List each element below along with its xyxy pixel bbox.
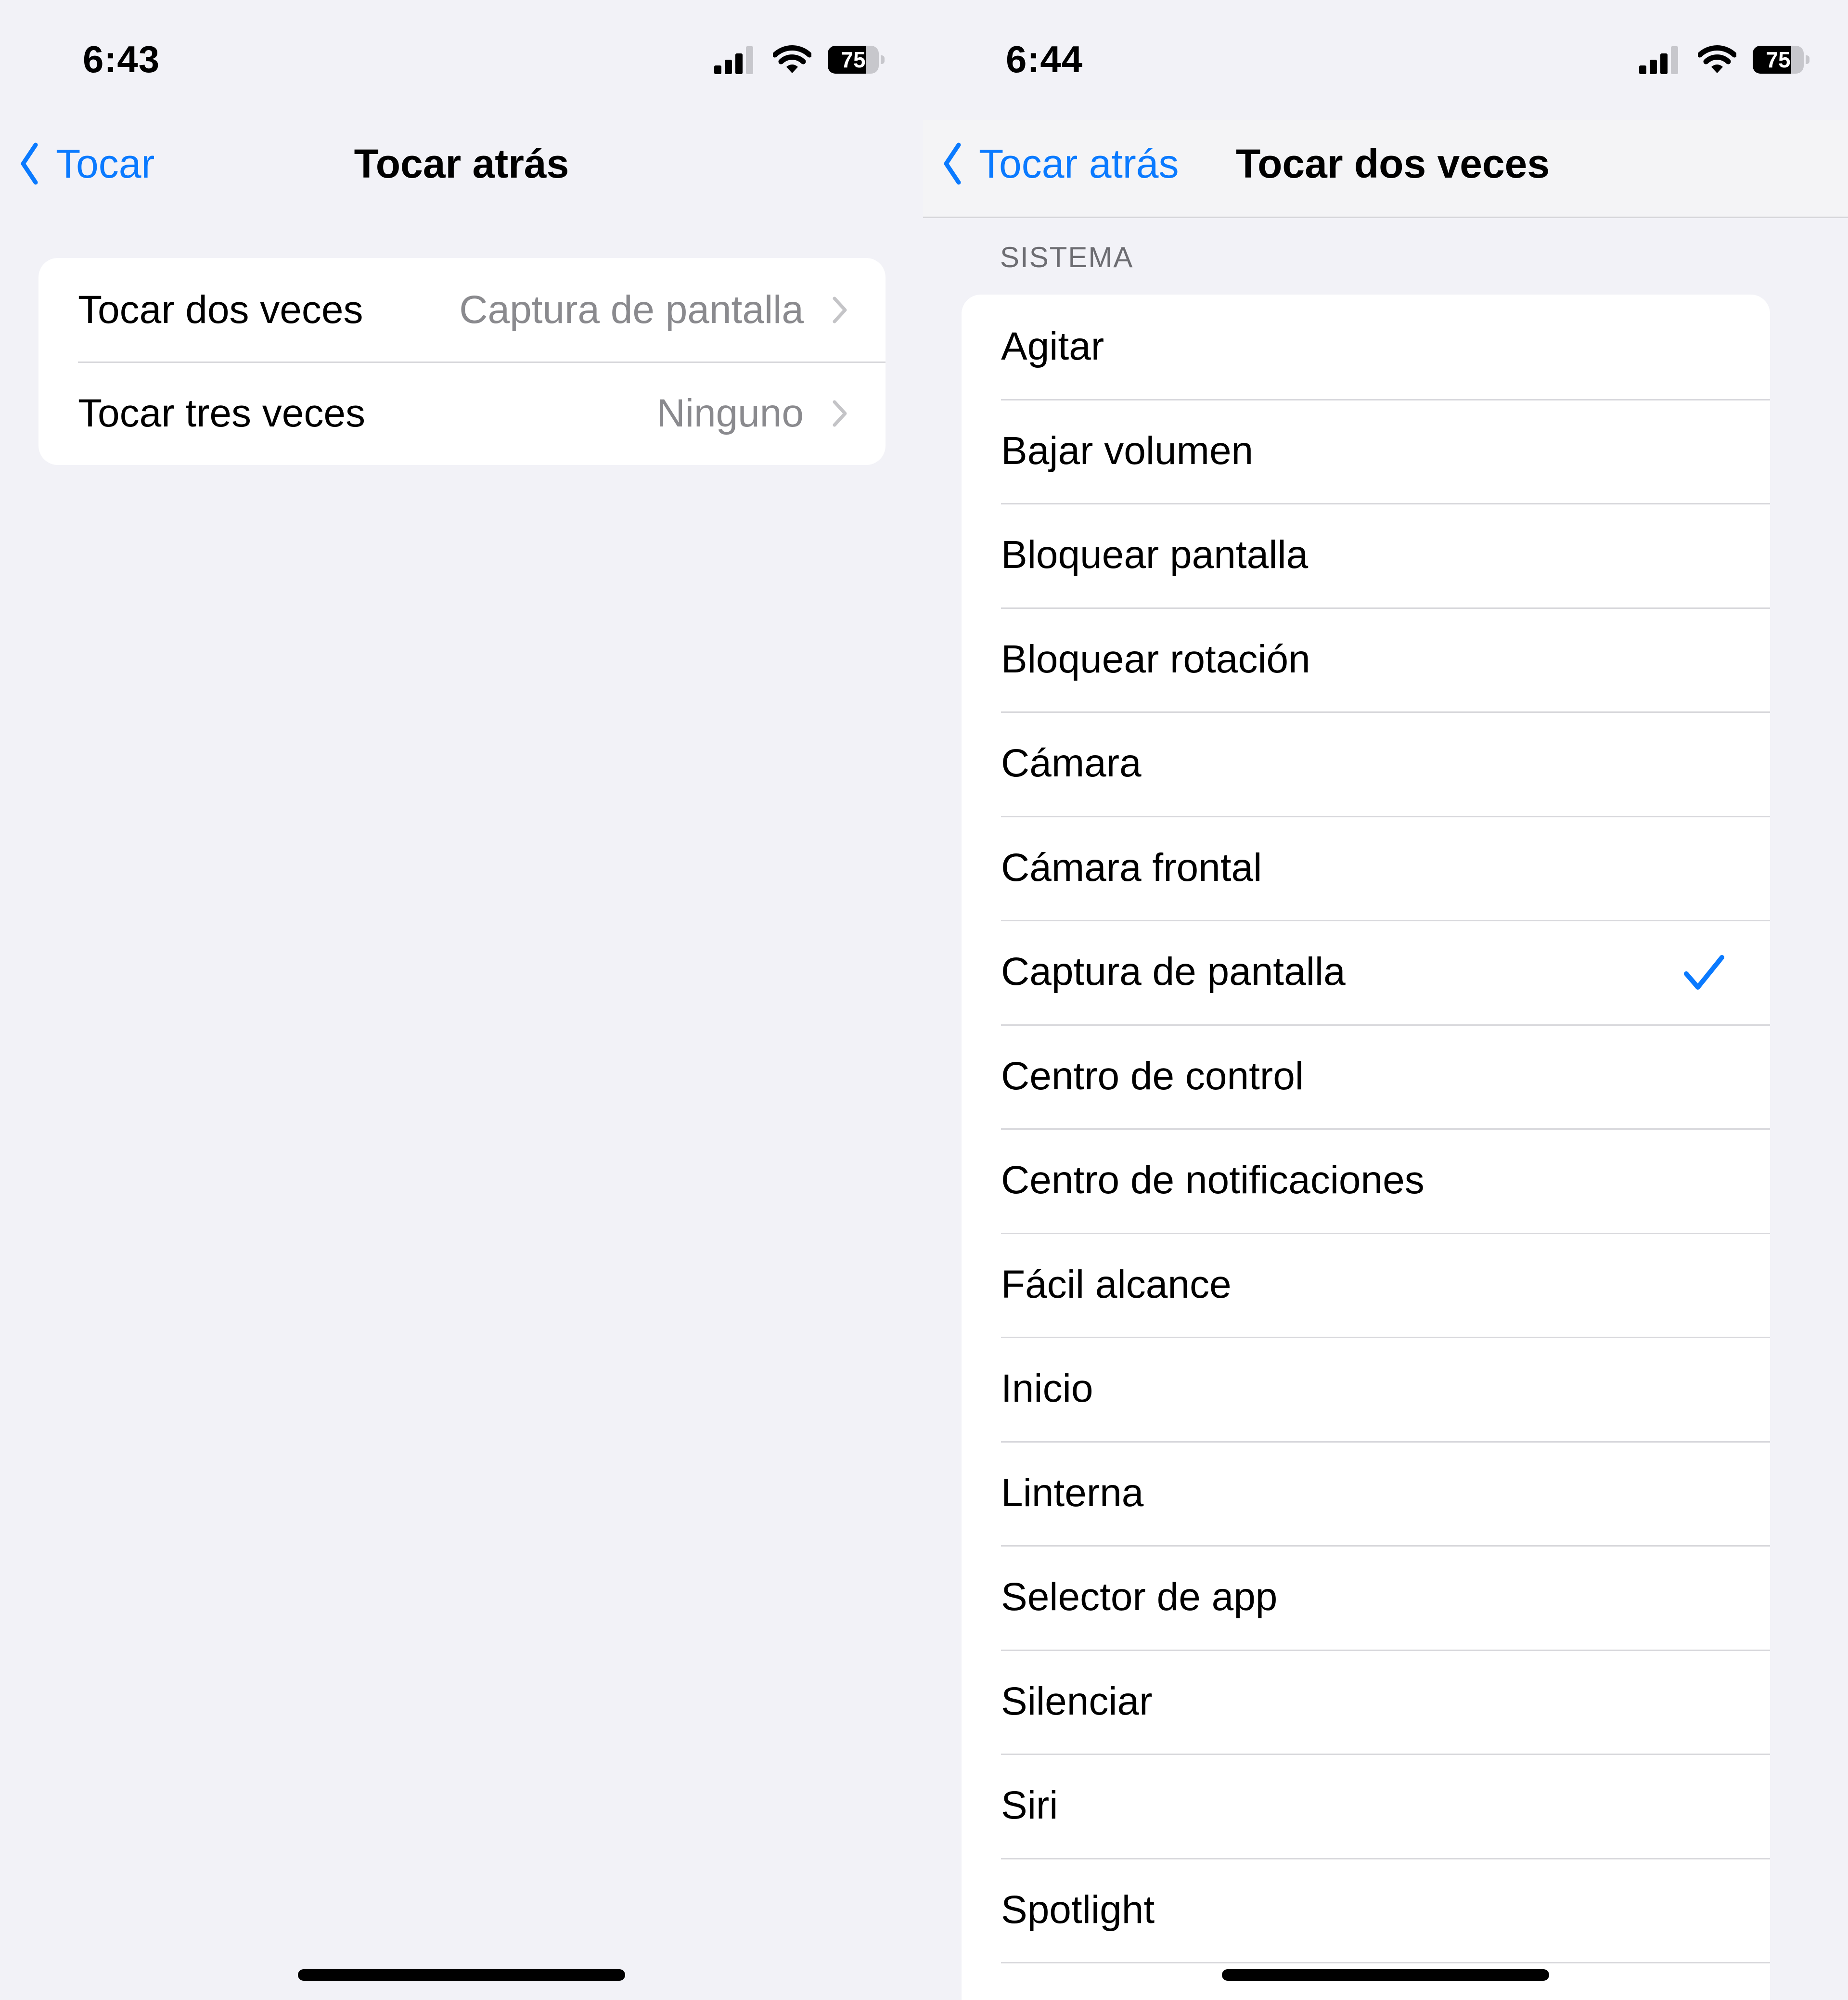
option-label: Fácil alcance	[1001, 1262, 1232, 1306]
list-item[interactable]: Bajar volumen	[962, 399, 1770, 503]
list-item[interactable]: Cámara	[962, 711, 1770, 816]
wifi-icon	[773, 45, 811, 73]
back-tap-settings-list: Tocar dos veces Captura de pantalla Toca…	[38, 258, 886, 465]
battery-percent: 75	[1766, 47, 1791, 72]
status-bar: 6:44 75	[923, 0, 1848, 120]
list-item[interactable]: Selector de app	[962, 1545, 1770, 1650]
list-item[interactable]	[962, 1962, 1770, 2000]
nav-bar: Tocar atrás Tocar dos veces	[923, 120, 1848, 218]
cellular-signal-icon	[1639, 46, 1678, 74]
setting-value: Ninguno	[656, 391, 804, 435]
list-item[interactable]: Silenciar	[962, 1649, 1770, 1754]
status-time: 6:44	[1006, 38, 1083, 80]
list-item[interactable]: Inicio	[962, 1337, 1770, 1441]
option-label: Siri	[1001, 1783, 1058, 1827]
list-item[interactable]: Centro de notificaciones	[962, 1128, 1770, 1233]
chevron-right-icon	[833, 400, 847, 427]
chevron-left-icon	[944, 142, 961, 185]
chevron-right-icon	[833, 297, 847, 323]
list-item[interactable]: Captura de pantalla	[962, 920, 1770, 1024]
section-header: SISTEMA	[1000, 241, 1134, 273]
option-label: Agitar	[1001, 324, 1104, 368]
list-item[interactable]: Cámara frontal	[962, 815, 1770, 920]
page-title: Tocar dos veces	[1236, 141, 1550, 186]
battery-icon: 75	[1753, 46, 1810, 74]
list-item[interactable]: Agitar	[962, 295, 1770, 399]
list-item[interactable]: Bloquear pantalla	[962, 503, 1770, 607]
option-label: Inicio	[1001, 1367, 1093, 1410]
option-label: Captura de pantalla	[1001, 950, 1346, 994]
setting-row-double-tap[interactable]: Tocar dos veces Captura de pantalla	[38, 258, 886, 361]
cellular-signal-icon	[714, 46, 753, 74]
option-label: Selector de app	[1001, 1575, 1278, 1619]
option-label: Bloquear rotación	[1001, 637, 1310, 681]
option-label: Centro de notificaciones	[1001, 1158, 1424, 1202]
list-item[interactable]: Bloquear rotación	[962, 607, 1770, 712]
option-label: Cámara frontal	[1001, 845, 1262, 890]
option-label: Centro de control	[1001, 1054, 1304, 1098]
checkmark-icon	[1684, 955, 1724, 990]
list-item[interactable]: Fácil alcance	[962, 1232, 1770, 1337]
list-item[interactable]: Spotlight	[962, 1858, 1770, 1962]
home-indicator[interactable]	[298, 1969, 625, 1981]
option-label: Linterna	[1001, 1471, 1144, 1515]
status-icons: 75	[1639, 42, 1810, 77]
setting-value: Captura de pantalla	[459, 287, 804, 332]
status-time: 6:43	[83, 38, 160, 80]
nav-bar: Tocar Tocar atrás	[0, 120, 923, 217]
setting-label: Tocar dos veces	[78, 287, 363, 332]
page-title: Tocar atrás	[354, 141, 569, 186]
option-label: Bajar volumen	[1001, 428, 1254, 473]
right-screen: 6:44 75 Tocar atrás Tocar dos veces SIST…	[923, 0, 1848, 2000]
action-options-list: Agitar Bajar volumen Bloquear pantalla Bloq…	[962, 295, 1770, 2000]
list-item[interactable]: Centro de control	[962, 1024, 1770, 1129]
option-label: Spotlight	[1001, 1887, 1155, 1932]
battery-icon: 75	[828, 46, 885, 74]
setting-row-triple-tap[interactable]: Tocar tres veces Ninguno	[38, 361, 886, 465]
option-label: Cámara	[1001, 741, 1142, 785]
option-label: Silenciar	[1001, 1679, 1153, 1723]
back-button-label: Tocar atrás	[979, 141, 1179, 186]
left-screen: 6:43 75 Tocar Tocar atrás Tocar dos vece…	[0, 0, 923, 2000]
option-label: Bloquear pantalla	[1001, 533, 1309, 577]
list-item[interactable]: Linterna	[962, 1441, 1770, 1546]
home-indicator[interactable]	[1222, 1969, 1549, 1981]
wifi-icon	[1698, 45, 1736, 73]
back-button[interactable]: Tocar atrás	[942, 135, 1179, 193]
battery-percent: 75	[841, 47, 866, 72]
list-item[interactable]: Siri	[962, 1754, 1770, 1858]
status-icons: 75	[714, 42, 885, 77]
setting-label: Tocar tres veces	[78, 391, 365, 435]
status-bar: 6:43 75	[0, 0, 923, 120]
